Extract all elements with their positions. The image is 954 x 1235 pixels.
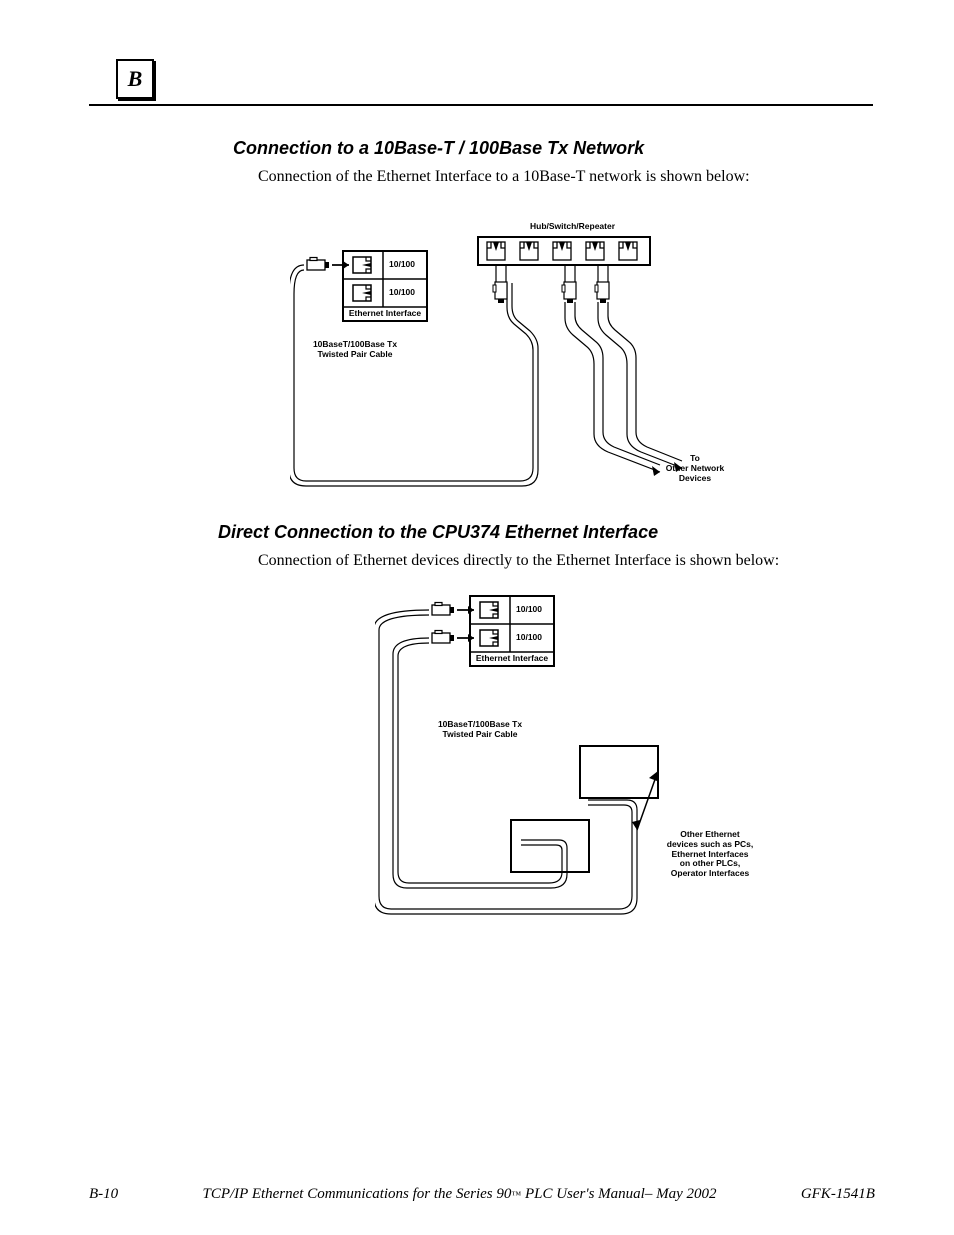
- cable-label: 10BaseT/100Base Tx Twisted Pair Cable: [300, 340, 410, 360]
- rj45-plug-icon: [307, 258, 329, 271]
- hub-label: Hub/Switch/Repeater: [530, 222, 615, 232]
- header-rule: [89, 104, 873, 106]
- section1-heading: Connection to a 10Base-T / 100Base Tx Ne…: [233, 138, 644, 159]
- other-devices-label: Other Ethernet devices such as PCs, Ethe…: [655, 830, 765, 879]
- section2-para: Connection of Ethernet devices directly …: [258, 552, 779, 570]
- to-other-devices-label: To Other Network Devices: [652, 454, 738, 483]
- rj45-port-icon: [353, 257, 371, 273]
- rj45-port-icon: [353, 285, 371, 301]
- page-number: B-10: [89, 1186, 118, 1203]
- appendix-badge: B: [116, 59, 154, 99]
- port1-label: 10/100: [516, 605, 542, 615]
- page-footer: B-10 TCP/IP Ethernet Communications for …: [89, 1186, 875, 1203]
- diagram-direct-connection: 10/100 10/100 Ethernet Interface 10BaseT…: [375, 588, 779, 922]
- rj45-plug-vert-icon: [562, 282, 576, 303]
- port2-label: 10/100: [389, 288, 415, 298]
- cable-label: 10BaseT/100Base Tx Twisted Pair Cable: [425, 720, 535, 740]
- rj45-plug-icon: [432, 603, 454, 616]
- footer-title: TCP/IP Ethernet Communications for the S…: [203, 1186, 717, 1203]
- port2-label: 10/100: [516, 633, 542, 643]
- section2-heading: Direct Connection to the CPU374 Ethernet…: [218, 522, 658, 543]
- ethernet-interface-label: Ethernet Interface: [475, 654, 549, 664]
- ethernet-interface-label: Ethernet Interface: [348, 309, 422, 319]
- section1-para: Connection of the Ethernet Interface to …: [258, 168, 750, 186]
- port1-label: 10/100: [389, 260, 415, 270]
- rj45-plug-icon: [432, 631, 454, 644]
- rj45-port-icon: [480, 630, 498, 646]
- rj45-port-icon: [480, 602, 498, 618]
- document-page: B Connection to a 10Base-T / 100Base Tx …: [0, 0, 954, 1235]
- rj45-plug-vert-icon: [595, 282, 609, 303]
- doc-number: GFK-1541B: [801, 1186, 875, 1203]
- diagram-10baset-network: Hub/Switch/Repeater: [290, 218, 740, 506]
- appendix-letter: B: [128, 66, 143, 92]
- rj45-plug-vert-icon: [493, 282, 507, 303]
